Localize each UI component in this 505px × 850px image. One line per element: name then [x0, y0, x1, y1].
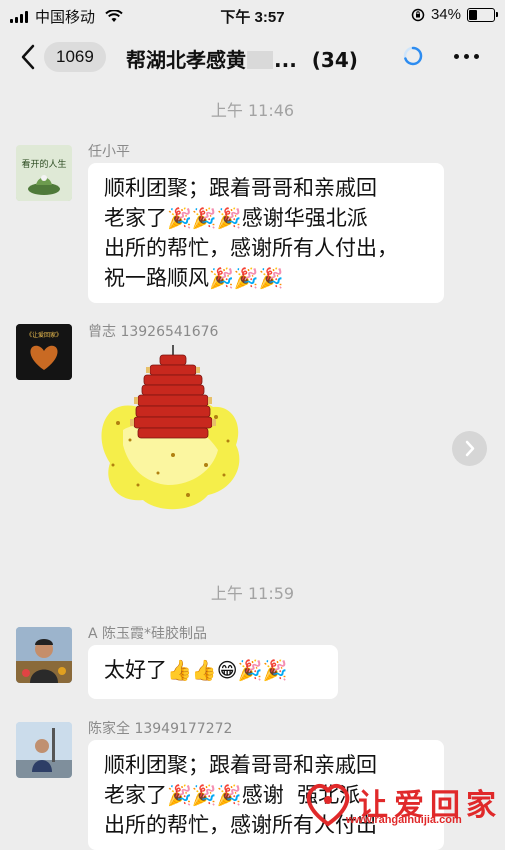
chat-title[interactable]: 帮湖北孝感黄... (34) — [126, 44, 358, 73]
chat-title-text: 帮湖北孝感黄 — [126, 48, 246, 72]
battery-percent: 34% — [430, 6, 461, 23]
party-popper-icon: 🎉 — [258, 266, 284, 290]
sender-name: 任小平 — [88, 144, 130, 160]
member-count: (34) — [311, 48, 358, 72]
orientation-lock-icon — [411, 8, 425, 21]
battery-icon — [467, 7, 498, 22]
message-line: 顺利团聚；跟着哥哥和亲戚回 — [104, 176, 377, 200]
sender-name: A 陈玉霞*硅胶制品 — [88, 626, 208, 642]
redacted-block — [247, 51, 273, 69]
chevron-right-icon — [465, 440, 475, 457]
avatar-caption: 《让爱回家》 — [26, 331, 62, 339]
back-icon[interactable] — [18, 43, 38, 71]
party-popper-icon: 🎉 — [216, 783, 242, 807]
emoji-sequence: 👍👍😁🎉🎉 — [167, 658, 288, 682]
message-bubble[interactable]: 太好了👍👍😁🎉🎉 — [88, 645, 338, 699]
forward-arrow-button[interactable] — [452, 431, 487, 466]
party-popper-icon: 🎉 — [167, 783, 192, 807]
more-options-icon[interactable] — [454, 54, 479, 59]
timestamp: 上午 11:46 — [210, 101, 295, 120]
loading-spinner-icon — [403, 46, 423, 66]
party-popper-icon: 🎉 — [191, 206, 217, 230]
party-popper-icon: 🎉 — [209, 266, 234, 290]
message-line: 顺利团聚；跟着哥哥和亲戚回 — [104, 753, 377, 777]
message-bubble[interactable]: 顺利团聚；跟着哥哥和亲戚回 老家了🎉🎉🎉感谢 强北派 出所的帮忙，感谢所有人付出 — [88, 740, 444, 850]
sender-name: 曾志 13926541676 — [88, 324, 219, 340]
message-line: 老家了🎉🎉🎉感谢 强北派 — [104, 783, 361, 807]
avatar[interactable] — [16, 722, 72, 778]
firecracker-sticker[interactable] — [98, 345, 248, 515]
party-popper-icon: 🎉 — [233, 266, 259, 290]
message-bubble[interactable]: 顺利团聚；跟着哥哥和亲戚回 老家了🎉🎉🎉感谢华强北派 出所的帮忙，感谢所有人付出… — [88, 163, 444, 303]
chat-header: 1069 帮湖北孝感黄... (34) — [0, 30, 505, 85]
avatar[interactable]: 看开的人生 — [16, 145, 72, 201]
unread-count-badge[interactable]: 1069 — [44, 42, 106, 72]
avatar-image: 看开的人生 — [16, 145, 72, 201]
timestamp: 上午 11:59 — [210, 584, 295, 603]
avatar-image: 《让爱回家》 — [16, 324, 72, 380]
chat-title-ellipsis: ... — [274, 48, 297, 72]
message-line: 祝一路顺风🎉🎉🎉 — [104, 266, 284, 290]
avatar-image — [16, 627, 72, 683]
status-bar: 中国移动 下午 3:57 34% — [0, 0, 505, 30]
avatar[interactable] — [16, 627, 72, 683]
party-popper-icon: 🎉 — [167, 206, 192, 230]
avatar-caption: 看开的人生 — [21, 158, 66, 170]
message-line: 老家了🎉🎉🎉感谢华强北派 — [104, 206, 368, 230]
party-popper-icon: 🎉 — [191, 783, 217, 807]
sender-name: 陈家全 13949177272 — [88, 721, 233, 737]
message-line: 出所的帮忙，感谢所有人付出， — [104, 236, 398, 260]
message-line: 出所的帮忙，感谢所有人付出 — [104, 813, 377, 837]
party-popper-icon: 🎉 — [216, 206, 242, 230]
avatar[interactable]: 《让爱回家》 — [16, 324, 72, 380]
message-text: 太好了 — [104, 658, 167, 682]
avatar-image — [16, 722, 72, 778]
